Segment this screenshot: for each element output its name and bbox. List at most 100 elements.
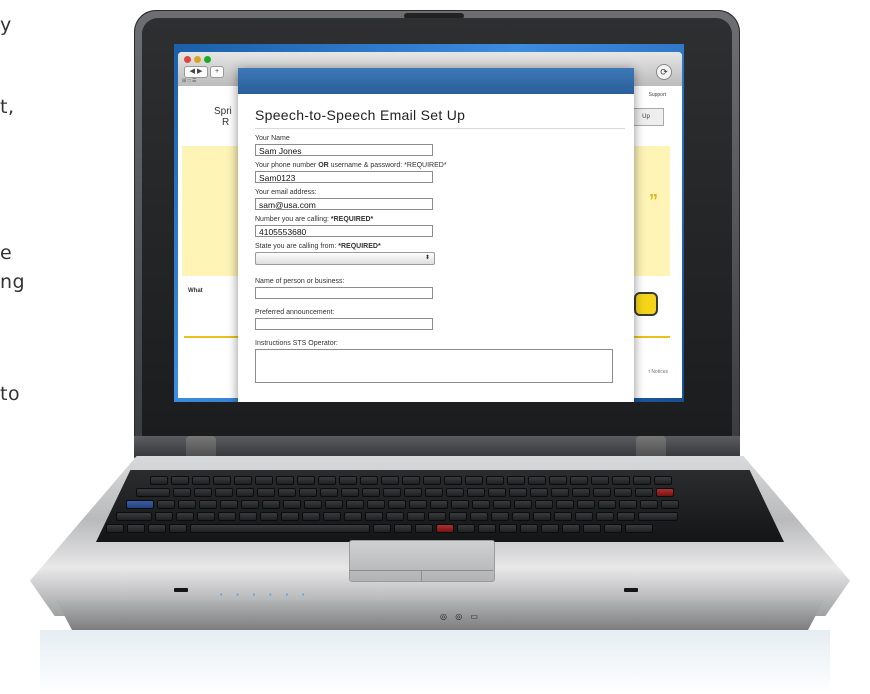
number-calling-input[interactable]: 4105553680	[255, 225, 433, 237]
announcement-input[interactable]	[255, 318, 433, 330]
key[interactable]	[528, 476, 546, 485]
key[interactable]	[150, 476, 168, 485]
key[interactable]	[640, 500, 658, 509]
key[interactable]	[344, 512, 362, 521]
key[interactable]	[614, 488, 632, 497]
instructions-textarea[interactable]	[255, 349, 613, 383]
key[interactable]	[488, 488, 506, 497]
key[interactable]	[197, 512, 215, 521]
key[interactable]	[241, 500, 259, 509]
state-select[interactable]: ⬍	[255, 252, 435, 265]
key[interactable]	[451, 500, 469, 509]
key[interactable]	[173, 488, 191, 497]
key[interactable]	[325, 500, 343, 509]
key[interactable]	[402, 476, 420, 485]
key[interactable]	[276, 476, 294, 485]
spacebar-key[interactable]	[190, 524, 370, 533]
key[interactable]	[598, 500, 616, 509]
key[interactable]	[551, 488, 569, 497]
key[interactable]	[507, 476, 525, 485]
key[interactable]	[449, 512, 467, 521]
key[interactable]	[136, 488, 170, 497]
key[interactable]	[541, 524, 559, 533]
key[interactable]	[126, 500, 154, 509]
key[interactable]	[283, 500, 301, 509]
key[interactable]	[383, 488, 401, 497]
key[interactable]	[486, 476, 504, 485]
close-window-icon[interactable]	[184, 56, 191, 63]
key[interactable]	[362, 488, 380, 497]
key[interactable]	[409, 500, 427, 509]
key[interactable]	[373, 524, 391, 533]
key[interactable]	[239, 512, 257, 521]
key[interactable]	[404, 488, 422, 497]
key[interactable]	[192, 476, 210, 485]
key[interactable]	[493, 500, 511, 509]
key[interactable]	[148, 524, 166, 533]
key[interactable]	[176, 512, 194, 521]
key[interactable]	[499, 524, 517, 533]
key[interactable]	[281, 512, 299, 521]
phone-or-username-input[interactable]: Sam0123	[255, 171, 433, 183]
key[interactable]	[638, 512, 678, 521]
key[interactable]	[596, 512, 614, 521]
key[interactable]	[116, 512, 152, 521]
key[interactable]	[360, 476, 378, 485]
key[interactable]	[367, 500, 385, 509]
key[interactable]	[423, 476, 441, 485]
key[interactable]	[127, 524, 145, 533]
key[interactable]	[302, 512, 320, 521]
key[interactable]	[661, 500, 679, 509]
key[interactable]	[234, 476, 252, 485]
key[interactable]	[394, 524, 412, 533]
key[interactable]	[583, 524, 601, 533]
key[interactable]	[365, 512, 383, 521]
back-forward-button[interactable]: ◀ ▶	[184, 66, 208, 78]
support-link[interactable]: Support	[648, 92, 666, 98]
key[interactable]	[178, 500, 196, 509]
key[interactable]	[236, 488, 254, 497]
key[interactable]	[575, 512, 593, 521]
key[interactable]	[388, 500, 406, 509]
key[interactable]	[633, 476, 651, 485]
key[interactable]	[591, 476, 609, 485]
key[interactable]	[194, 488, 212, 497]
key[interactable]	[656, 488, 674, 497]
key[interactable]	[425, 488, 443, 497]
key[interactable]	[491, 512, 509, 521]
minimize-window-icon[interactable]	[194, 56, 201, 63]
key[interactable]	[262, 500, 280, 509]
key[interactable]	[577, 500, 595, 509]
key[interactable]	[533, 512, 551, 521]
key[interactable]	[220, 500, 238, 509]
key[interactable]	[339, 476, 357, 485]
key[interactable]	[535, 500, 553, 509]
key[interactable]	[157, 500, 175, 509]
key[interactable]	[436, 524, 454, 533]
key[interactable]	[654, 476, 672, 485]
key[interactable]	[554, 512, 572, 521]
key[interactable]	[171, 476, 189, 485]
key[interactable]	[520, 524, 538, 533]
key[interactable]	[323, 512, 341, 521]
key[interactable]	[218, 512, 236, 521]
key[interactable]	[470, 512, 488, 521]
key[interactable]	[549, 476, 567, 485]
key[interactable]	[530, 488, 548, 497]
key[interactable]	[407, 512, 425, 521]
name-input[interactable]: Sam Jones	[255, 144, 433, 156]
key[interactable]	[346, 500, 364, 509]
key[interactable]	[467, 488, 485, 497]
key[interactable]	[635, 488, 653, 497]
key[interactable]	[341, 488, 359, 497]
key[interactable]	[625, 524, 653, 533]
key[interactable]	[428, 512, 446, 521]
key[interactable]	[572, 488, 590, 497]
key[interactable]	[257, 488, 275, 497]
key[interactable]	[318, 476, 336, 485]
key[interactable]	[509, 488, 527, 497]
key[interactable]	[514, 500, 532, 509]
zoom-window-icon[interactable]	[204, 56, 211, 63]
key[interactable]	[617, 512, 635, 521]
key[interactable]	[255, 476, 273, 485]
